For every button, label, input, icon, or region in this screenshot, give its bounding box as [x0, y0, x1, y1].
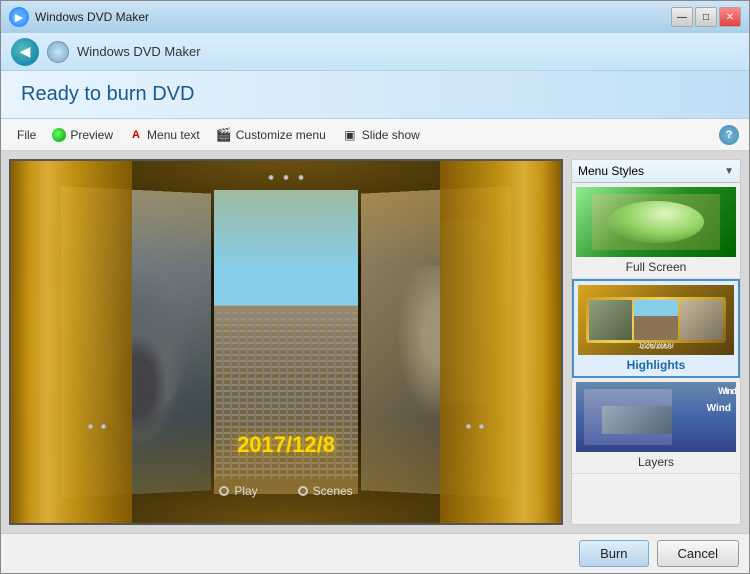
customize-menu-icon: 🎬 [216, 127, 232, 143]
slideshow-label: Slide show [362, 128, 420, 142]
customize-menu-button[interactable]: 🎬 Customize menu [210, 124, 332, 146]
preview-label: Preview [70, 128, 113, 142]
nav-app-title: Windows DVD Maker [77, 44, 201, 59]
header-banner: Ready to burn DVD [1, 71, 749, 119]
cancel-button[interactable]: Cancel [657, 540, 739, 567]
play-radio[interactable] [219, 486, 229, 496]
gold-bar-right [440, 161, 561, 523]
thumb-layers-bg: Wind [576, 382, 736, 452]
title-bar: ▶ Windows DVD Maker — □ ✕ [1, 1, 749, 33]
thumb-fullscreen-bg [576, 187, 736, 257]
style-thumb-full-screen [576, 187, 736, 257]
dvd-icon [47, 41, 69, 63]
decorative-dots-right [466, 424, 484, 429]
preview-button[interactable]: Preview [46, 125, 119, 145]
burn-button[interactable]: Burn [579, 540, 648, 567]
menu-styles-dropdown[interactable]: Menu Styles ▼ [572, 160, 740, 183]
window-title: Windows DVD Maker [35, 10, 149, 24]
scenes-label: Scenes [313, 484, 353, 498]
play-label: Play [234, 484, 257, 498]
play-control: Play [219, 484, 257, 498]
main-content: 2017/12/8 Play Scenes Menu Styl [1, 151, 749, 533]
style-item-full-screen[interactable]: Full Screen [572, 183, 740, 279]
style-item-highlights[interactable]: 1/26/2009 Highlights [572, 279, 740, 378]
file-label: File [17, 128, 36, 142]
file-menu[interactable]: File [11, 125, 42, 145]
app-icon: ▶ [9, 7, 29, 27]
back-button[interactable]: ◀ [11, 38, 39, 66]
styles-panel: Menu Styles ▼ Full Screen [571, 159, 741, 525]
styles-list: Full Screen [572, 183, 740, 524]
scenes-radio[interactable] [298, 486, 308, 496]
title-bar-left: ▶ Windows DVD Maker [9, 7, 149, 27]
preview-background: 2017/12/8 Play Scenes [11, 161, 561, 523]
menu-text-icon: A [129, 128, 143, 142]
main-window: ▶ Windows DVD Maker — □ ✕ ◀ Windows DVD … [0, 0, 750, 574]
footer: Burn Cancel [1, 533, 749, 573]
decorative-dots-left [88, 424, 106, 429]
scenes-control: Scenes [298, 484, 353, 498]
help-button[interactable]: ? [719, 125, 739, 145]
preview-icon [52, 128, 66, 142]
menu-styles-label: Menu Styles [578, 164, 644, 178]
style-thumb-highlights: 1/26/2009 [578, 285, 734, 355]
window-controls: — □ ✕ [671, 7, 741, 27]
dvd-controls: Play Scenes [11, 484, 561, 498]
dvd-date: 2017/12/8 [11, 432, 561, 458]
style-label-highlights: Highlights [578, 358, 734, 372]
decorative-dots-top [269, 175, 304, 180]
dropdown-arrow-icon: ▼ [724, 166, 734, 177]
menu-text-button[interactable]: A Menu text [123, 125, 206, 145]
toolbar: File Preview A Menu text 🎬 Customize men… [1, 119, 749, 151]
close-button[interactable]: ✕ [719, 7, 741, 27]
slideshow-button[interactable]: ▣ Slide show [336, 124, 426, 146]
preview-area: 2017/12/8 Play Scenes [9, 159, 563, 525]
style-label-layers: Layers [576, 455, 736, 469]
nav-bar: ◀ Windows DVD Maker [1, 33, 749, 71]
customize-menu-label: Customize menu [236, 128, 326, 142]
minimize-button[interactable]: — [671, 7, 693, 27]
thumb-highlights-bg: 1/26/2009 [578, 285, 734, 355]
menu-text-label: Menu text [147, 128, 200, 142]
slideshow-icon: ▣ [342, 127, 358, 143]
gold-bar-left [11, 161, 132, 523]
page-title: Ready to burn DVD [21, 83, 729, 106]
style-item-layers[interactable]: Wind Layers [572, 378, 740, 474]
style-thumb-layers: Wind [576, 382, 736, 452]
maximize-button[interactable]: □ [695, 7, 717, 27]
style-label-full-screen: Full Screen [576, 260, 736, 274]
